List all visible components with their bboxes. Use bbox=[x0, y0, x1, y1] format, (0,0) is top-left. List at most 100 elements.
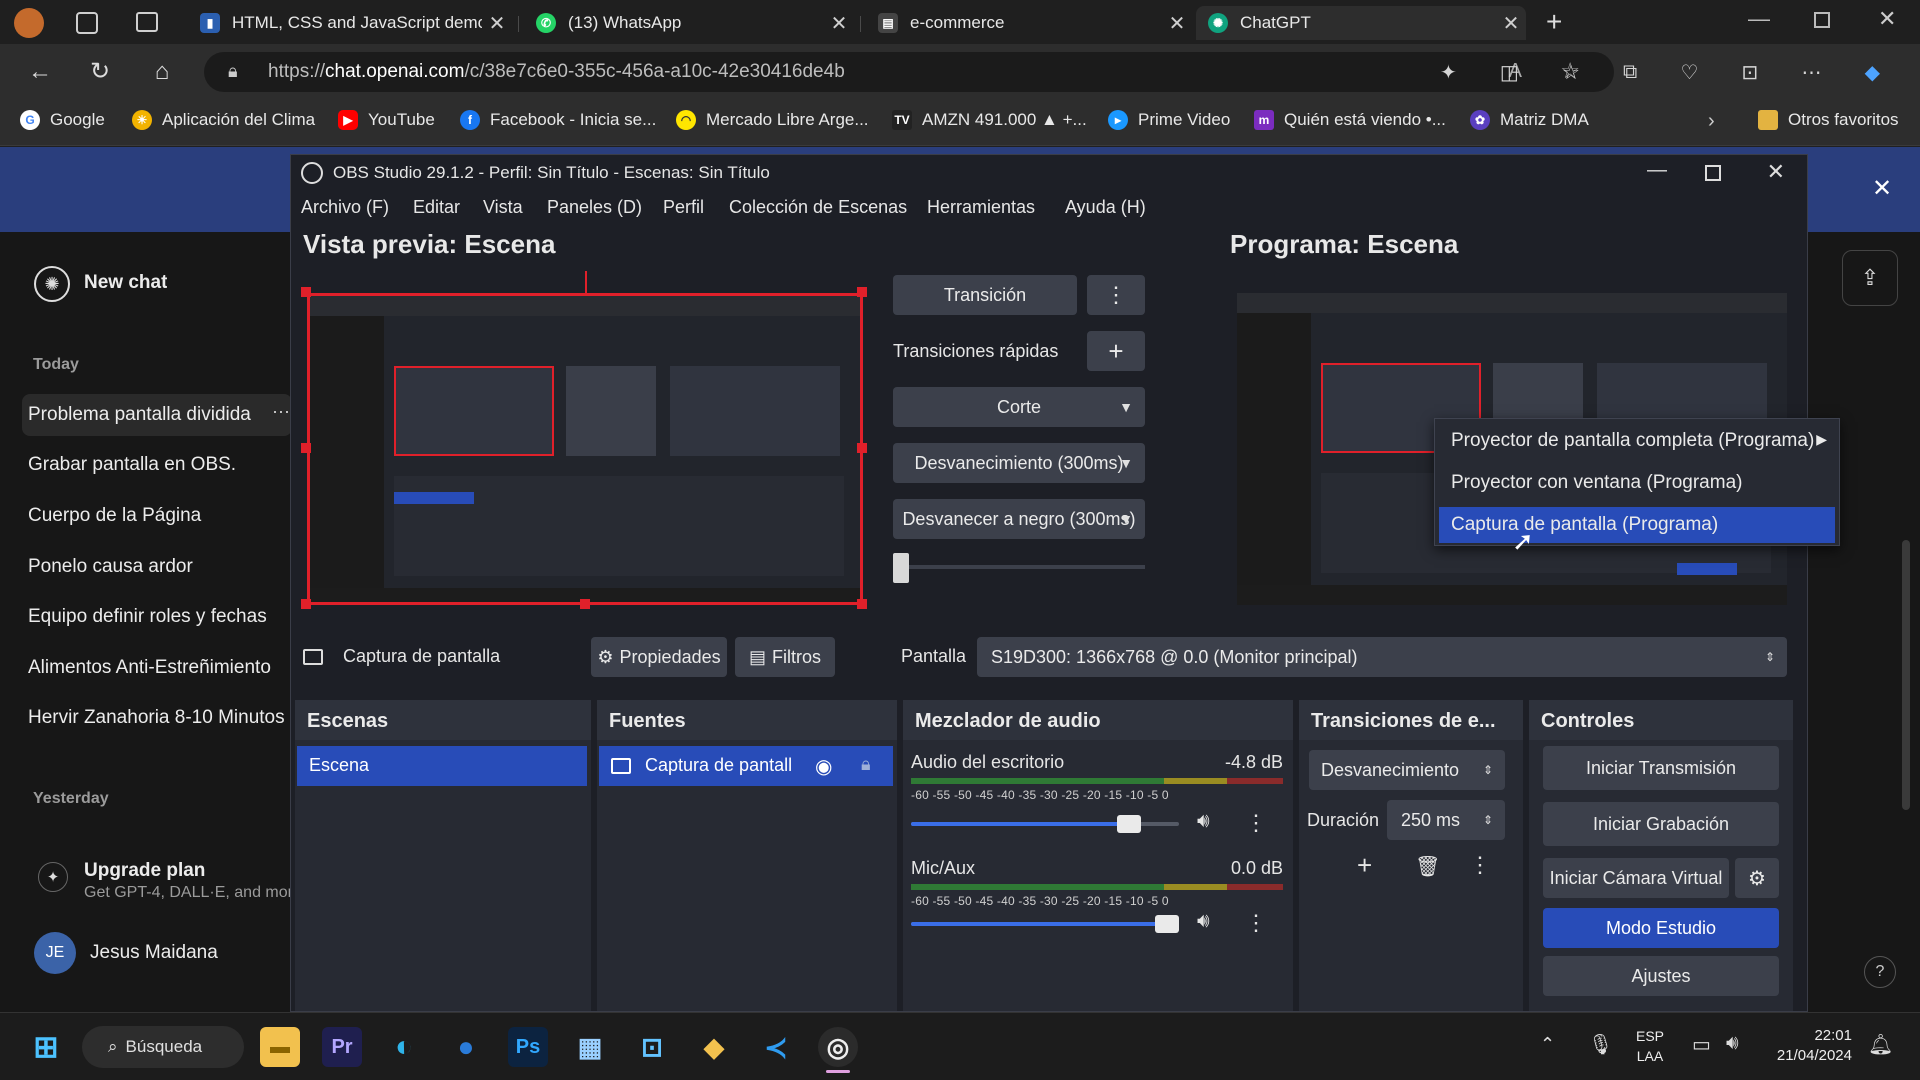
settings-button[interactable]: Ajustes bbox=[1543, 956, 1779, 996]
resize-handle[interactable] bbox=[857, 599, 867, 609]
bookmark-quien-esta-viendo[interactable]: m Quién está viendo •... bbox=[1254, 110, 1446, 130]
menu-herramientas[interactable]: Herramientas bbox=[927, 197, 1035, 218]
quick-transition-desvanecimiento[interactable]: Desvanecimiento (300ms) ▼ bbox=[893, 443, 1145, 483]
favorites-icon[interactable]: ☆ bbox=[1562, 60, 1580, 85]
transition-select[interactable]: Desvanecimiento ⇕ bbox=[1309, 750, 1505, 790]
bookmark-amzn[interactable]: TV AMZN 491.000 ▲ +... bbox=[892, 110, 1087, 130]
volume-knob[interactable] bbox=[1117, 815, 1142, 833]
tab-html-demo[interactable]: ▮ HTML, CSS and JavaScript demo ✕ bbox=[188, 6, 512, 40]
new-tab-icon[interactable]: + bbox=[1546, 6, 1562, 38]
close-window-icon[interactable]: ✕ bbox=[1878, 6, 1896, 32]
clock[interactable]: 22:01 21/04/2024 bbox=[1764, 1026, 1852, 1066]
share-icon[interactable]: ⇪ bbox=[1842, 250, 1898, 306]
resize-handle[interactable] bbox=[857, 287, 867, 297]
scene-item[interactable]: Escena bbox=[297, 746, 587, 786]
menu-editar[interactable]: Editar bbox=[413, 197, 460, 218]
volume-icon[interactable]: 🔊︎ bbox=[1726, 1032, 1739, 1055]
menu-archivo[interactable]: Archivo (F) bbox=[301, 197, 389, 218]
page-scrollbar[interactable] bbox=[1902, 540, 1910, 810]
close-tab-icon[interactable]: ✕ bbox=[1496, 11, 1526, 36]
chat-item[interactable]: Hervir Zanahoria 8-10 Minutos bbox=[28, 707, 290, 729]
resize-handle[interactable] bbox=[301, 287, 311, 297]
premiere-icon[interactable]: Pr bbox=[322, 1027, 362, 1067]
volume-slider[interactable] bbox=[911, 915, 1179, 933]
add-transition-icon[interactable]: + bbox=[1357, 850, 1372, 881]
new-chat-button[interactable]: New chat bbox=[84, 272, 167, 294]
tray-overflow-icon[interactable]: ⌃ bbox=[1540, 1034, 1555, 1055]
start-virtual-camera-button[interactable]: Iniciar Cámara Virtual bbox=[1543, 858, 1729, 898]
workspaces-icon[interactable] bbox=[76, 12, 98, 34]
resize-handle[interactable] bbox=[857, 443, 867, 453]
bookmark-facebook[interactable]: f Facebook - Inicia se... bbox=[460, 110, 656, 130]
microphone-icon[interactable]: 🎙︎ bbox=[1588, 1032, 1613, 1057]
transition-menu-icon[interactable]: ⋮ bbox=[1469, 852, 1491, 878]
back-icon[interactable]: ← bbox=[26, 58, 54, 86]
bookmark-youtube[interactable]: ▶ YouTube bbox=[338, 110, 435, 130]
chat-item[interactable]: Ponelo causa ardor bbox=[28, 556, 290, 578]
t-bar-handle[interactable] bbox=[893, 553, 909, 583]
notifications-icon[interactable]: 🔔︎ bbox=[1868, 1032, 1893, 1057]
add-quick-transition-icon[interactable]: + bbox=[1087, 331, 1145, 371]
transition-options-icon[interactable]: ⋮ bbox=[1087, 275, 1145, 315]
tab-chatgpt[interactable]: ✺ ChatGPT ✕ bbox=[1196, 6, 1526, 40]
refresh-icon[interactable]: ↻ bbox=[86, 58, 114, 86]
bookmark-matriz-dma[interactable]: ✿ Matriz DMA bbox=[1470, 110, 1589, 130]
restore-icon[interactable] bbox=[1814, 12, 1830, 28]
tab-ecommerce[interactable]: ▤ e-commerce ✕ bbox=[866, 6, 1192, 40]
display-select[interactable]: S19D300: 1366x768 @ 0.0 (Monitor princip… bbox=[977, 637, 1787, 677]
close-tab-icon[interactable]: ✕ bbox=[1162, 11, 1192, 36]
obs-maximize-icon[interactable] bbox=[1705, 165, 1721, 181]
media-app-icon[interactable]: ▦ bbox=[570, 1027, 610, 1067]
transition-button[interactable]: Transición bbox=[893, 275, 1077, 315]
chat-options-icon[interactable]: ⋯ bbox=[272, 402, 290, 423]
menu-windowed-projector[interactable]: Proyector con ventana (Programa) bbox=[1439, 465, 1835, 501]
menu-vista[interactable]: Vista bbox=[483, 197, 523, 218]
help-button[interactable]: ? bbox=[1864, 956, 1896, 988]
screenshot-icon[interactable]: ⊡ bbox=[1742, 60, 1759, 85]
obs-close-icon[interactable]: ✕ bbox=[1767, 159, 1785, 185]
windows-start-icon[interactable]: ⊞ bbox=[26, 1027, 66, 1067]
bookmark-prime-video[interactable]: ▸ Prime Video bbox=[1108, 110, 1230, 130]
edge-icon[interactable]: ◐ bbox=[384, 1027, 424, 1067]
close-banner-icon[interactable]: ✕ bbox=[1872, 174, 1892, 203]
network-icon[interactable]: ▭ bbox=[1692, 1032, 1711, 1057]
properties-button[interactable]: ⚙ Propiedades bbox=[591, 637, 727, 677]
bookmark-otros-favoritos[interactable]: Otros favoritos bbox=[1758, 110, 1899, 130]
file-explorer-icon[interactable]: ▬ bbox=[260, 1027, 300, 1067]
tab-actions-icon[interactable] bbox=[136, 12, 158, 32]
more-icon[interactable]: ⋯ bbox=[1801, 60, 1821, 85]
chat-item[interactable]: Cuerpo de la Página bbox=[28, 505, 290, 527]
channel-options-icon[interactable]: ⋮ bbox=[1245, 910, 1267, 936]
bookmark-mercadolibre[interactable]: ◠ Mercado Libre Arge... bbox=[676, 110, 869, 130]
start-recording-button[interactable]: Iniciar Grabación bbox=[1543, 802, 1779, 846]
chat-item[interactable]: Equipo definir roles y fechas bbox=[28, 606, 290, 628]
rotation-handle[interactable] bbox=[585, 271, 587, 293]
user-avatar[interactable]: JE bbox=[34, 932, 76, 974]
delete-transition-icon[interactable]: 🗑︎ bbox=[1415, 854, 1440, 879]
vscode-icon[interactable]: ≺ bbox=[756, 1027, 796, 1067]
speaker-icon[interactable]: 🔊︎ bbox=[1197, 810, 1210, 833]
minimize-icon[interactable]: — bbox=[1748, 6, 1770, 32]
studio-mode-button[interactable]: Modo Estudio bbox=[1543, 908, 1779, 948]
url-bar[interactable]: 🔒︎ https://chat.openai.com/c/38e7c6e0-35… bbox=[204, 52, 1614, 92]
bookmark-weather[interactable]: ☀ Aplicación del Clima bbox=[132, 110, 315, 130]
lock-icon[interactable]: 🔒︎ bbox=[861, 754, 871, 775]
visibility-eye-icon[interactable]: ◉ bbox=[815, 754, 832, 779]
close-tab-icon[interactable]: ✕ bbox=[824, 11, 854, 36]
menu-coleccion-escenas[interactable]: Colección de Escenas bbox=[729, 197, 907, 218]
start-streaming-button[interactable]: Iniciar Transmisión bbox=[1543, 746, 1779, 790]
stepper-icon[interactable]: ⇕ bbox=[1483, 813, 1493, 827]
chat-item[interactable]: Grabar pantalla en OBS. bbox=[28, 454, 290, 476]
photoshop-icon[interactable]: Ps bbox=[508, 1027, 548, 1067]
menu-ayuda[interactable]: Ayuda (H) bbox=[1065, 197, 1146, 218]
menu-fullscreen-projector[interactable]: Proyector de pantalla completa (Programa… bbox=[1439, 423, 1835, 459]
browser-essentials-icon[interactable]: ♡ bbox=[1680, 60, 1698, 85]
git-app-icon[interactable]: ◆ bbox=[694, 1027, 734, 1067]
snipping-tool-icon[interactable]: ⊡ bbox=[632, 1027, 672, 1067]
filters-button[interactable]: ▤ Filtros bbox=[735, 637, 835, 677]
bookmarks-overflow-icon[interactable]: › bbox=[1708, 110, 1715, 133]
resize-handle[interactable] bbox=[580, 599, 590, 609]
source-item[interactable]: Captura de pantall ◉ 🔒︎ bbox=[599, 746, 893, 786]
collections-icon[interactable]: ⧉ bbox=[1623, 61, 1637, 84]
quick-transition-corte[interactable]: Corte ▼ bbox=[893, 387, 1145, 427]
